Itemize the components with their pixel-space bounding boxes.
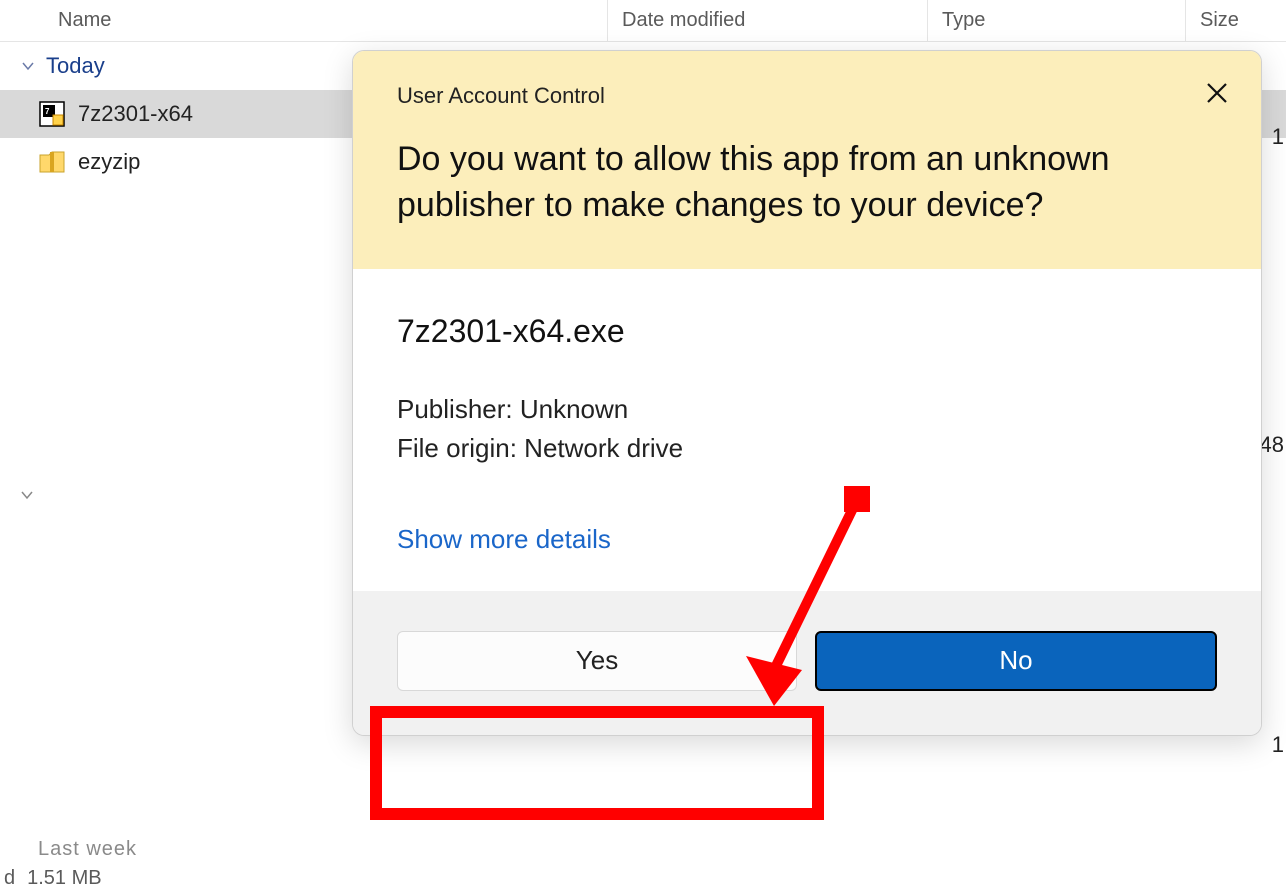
group-today-label: Today [46,53,105,79]
side-value-3: 1 [1272,732,1284,758]
uac-footer: Yes No [353,591,1261,735]
file-name: 7z2301-x64 [78,101,193,127]
show-more-details-link[interactable]: Show more details [397,524,1217,555]
publisher-label: Publisher: [397,394,513,424]
status-size: 1.51 MB [27,867,101,890]
column-name[interactable]: Name [0,0,608,41]
column-headers: Name Date modified Type Size [0,0,1286,42]
uac-metadata: Publisher: Unknown File origin: Network … [397,390,1217,468]
uac-body: 7z2301-x64.exe Publisher: Unknown File o… [353,269,1261,591]
origin-value: Network drive [524,433,683,463]
zip-folder-icon [38,148,66,176]
group-lastweek-fragment: Last week [38,838,137,861]
uac-filename: 7z2301-x64.exe [397,313,1217,350]
side-value-2: 48 [1260,432,1284,458]
column-size[interactable]: Size [1186,0,1286,41]
side-value-1: 1 [1272,124,1284,150]
svg-text:7: 7 [45,107,50,116]
status-bar: d 1.51 MB [0,860,102,896]
column-date-modified[interactable]: Date modified [608,0,928,41]
status-prefix: d [4,867,15,890]
file-name: ezyzip [78,149,140,175]
close-icon[interactable] [1203,79,1231,107]
uac-title: User Account Control [397,83,1217,109]
origin-label: File origin: [397,433,517,463]
uac-header: User Account Control Do you want to allo… [353,51,1261,269]
uac-dialog: User Account Control Do you want to allo… [352,50,1262,736]
chevron-right-icon[interactable] [20,488,34,507]
exe-icon: 7 [38,100,66,128]
publisher-value: Unknown [520,394,628,424]
chevron-down-icon [20,58,36,74]
yes-button[interactable]: Yes [397,631,797,691]
uac-question: Do you want to allow this app from an un… [397,137,1217,229]
column-type[interactable]: Type [928,0,1186,41]
no-button[interactable]: No [815,631,1217,691]
